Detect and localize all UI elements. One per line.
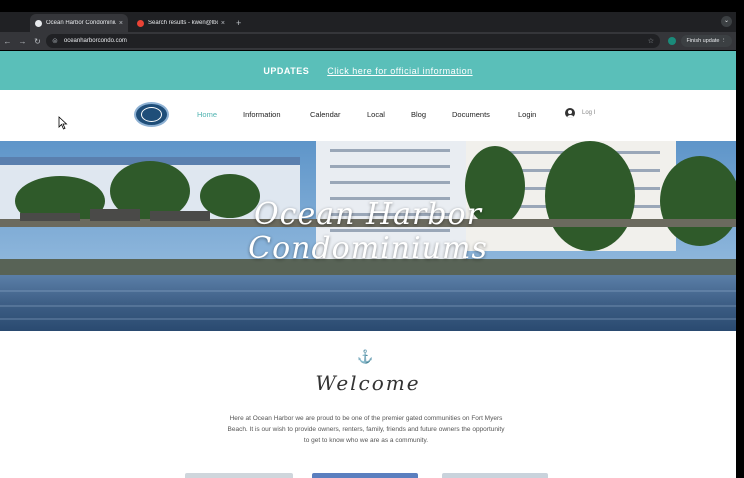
close-tab-icon[interactable]: × (119, 20, 123, 27)
gallery-thumb[interactable] (442, 473, 548, 478)
welcome-section: ⚓ Welcome Here at Ocean Harbor we are pr… (0, 331, 736, 478)
welcome-text: Here at Ocean Harbor we are proud to be … (227, 415, 505, 444)
anchor-icon: ⚓ (357, 349, 374, 364)
user-account-icon[interactable] (565, 108, 575, 118)
reload-icon[interactable]: ↻ (30, 37, 45, 46)
page-viewport: UPDATES Click here for official informat… (0, 51, 736, 478)
mouse-cursor-icon (58, 116, 68, 130)
close-tab-icon[interactable]: × (221, 20, 225, 27)
updates-banner: UPDATES Click here for official informat… (0, 51, 736, 90)
gallery-thumb[interactable] (312, 473, 418, 478)
updates-title: UPDATES (263, 65, 310, 76)
nav-local[interactable]: Local (367, 110, 385, 119)
tab-search-menu-icon[interactable]: ⌄ (721, 16, 732, 27)
browser-toolbar: ← → ↻ ⊜ oceanharborcondo.com ☆ Finish up… (0, 32, 736, 50)
site-navigation: Home Information Calendar Local Blog Doc… (0, 90, 736, 141)
tab-ocean-harbor[interactable]: Ocean Harbor Condominium × (30, 14, 128, 32)
nav-home[interactable]: Home (197, 110, 217, 119)
gallery-thumb[interactable] (185, 473, 293, 478)
gmail-favicon-icon (137, 19, 144, 27)
tab-search-results[interactable]: Search results - kwen@lbow × (132, 14, 230, 32)
nav-calendar[interactable]: Calendar (310, 110, 340, 119)
url-text: oceanharborcondo.com (63, 38, 127, 44)
tab-label: Ocean Harbor Condominium (46, 20, 116, 26)
welcome-title: Welcome (315, 371, 421, 395)
browser-tab-bar: Ocean Harbor Condominium × Search result… (0, 12, 736, 32)
site-logo-icon[interactable] (134, 102, 169, 127)
site-info-icon[interactable]: ⊜ (52, 37, 58, 45)
new-tab-button[interactable]: + (234, 14, 241, 32)
address-bar[interactable]: ⊜ oceanharborcondo.com ☆ (46, 34, 660, 48)
finish-update-button[interactable]: Finish update ⋮ (681, 35, 732, 47)
official-info-link[interactable]: Click here for official information (327, 66, 472, 76)
hero-title-line1: Ocean Harbor (254, 197, 482, 232)
login-label[interactable]: Log I (582, 110, 595, 116)
member-login[interactable]: Log I (565, 108, 595, 118)
back-arrow-icon[interactable]: ← (0, 37, 15, 46)
site-favicon-icon (35, 19, 42, 27)
nav-blog[interactable]: Blog (411, 110, 426, 119)
bookmark-star-icon[interactable]: ☆ (648, 37, 654, 45)
nav-documents[interactable]: Documents (452, 110, 490, 119)
hero-title-line2: Condominiums (248, 231, 488, 266)
profile-avatar-icon[interactable] (668, 37, 676, 45)
nav-information[interactable]: Information (243, 110, 281, 119)
forward-arrow-icon[interactable]: → (15, 37, 30, 46)
gallery-preview (0, 473, 736, 478)
hero-banner: Ocean Harbor Condominiums (0, 141, 736, 331)
tab-label: Search results - kwen@lbow (148, 20, 218, 26)
nav-login[interactable]: Login (518, 110, 536, 119)
